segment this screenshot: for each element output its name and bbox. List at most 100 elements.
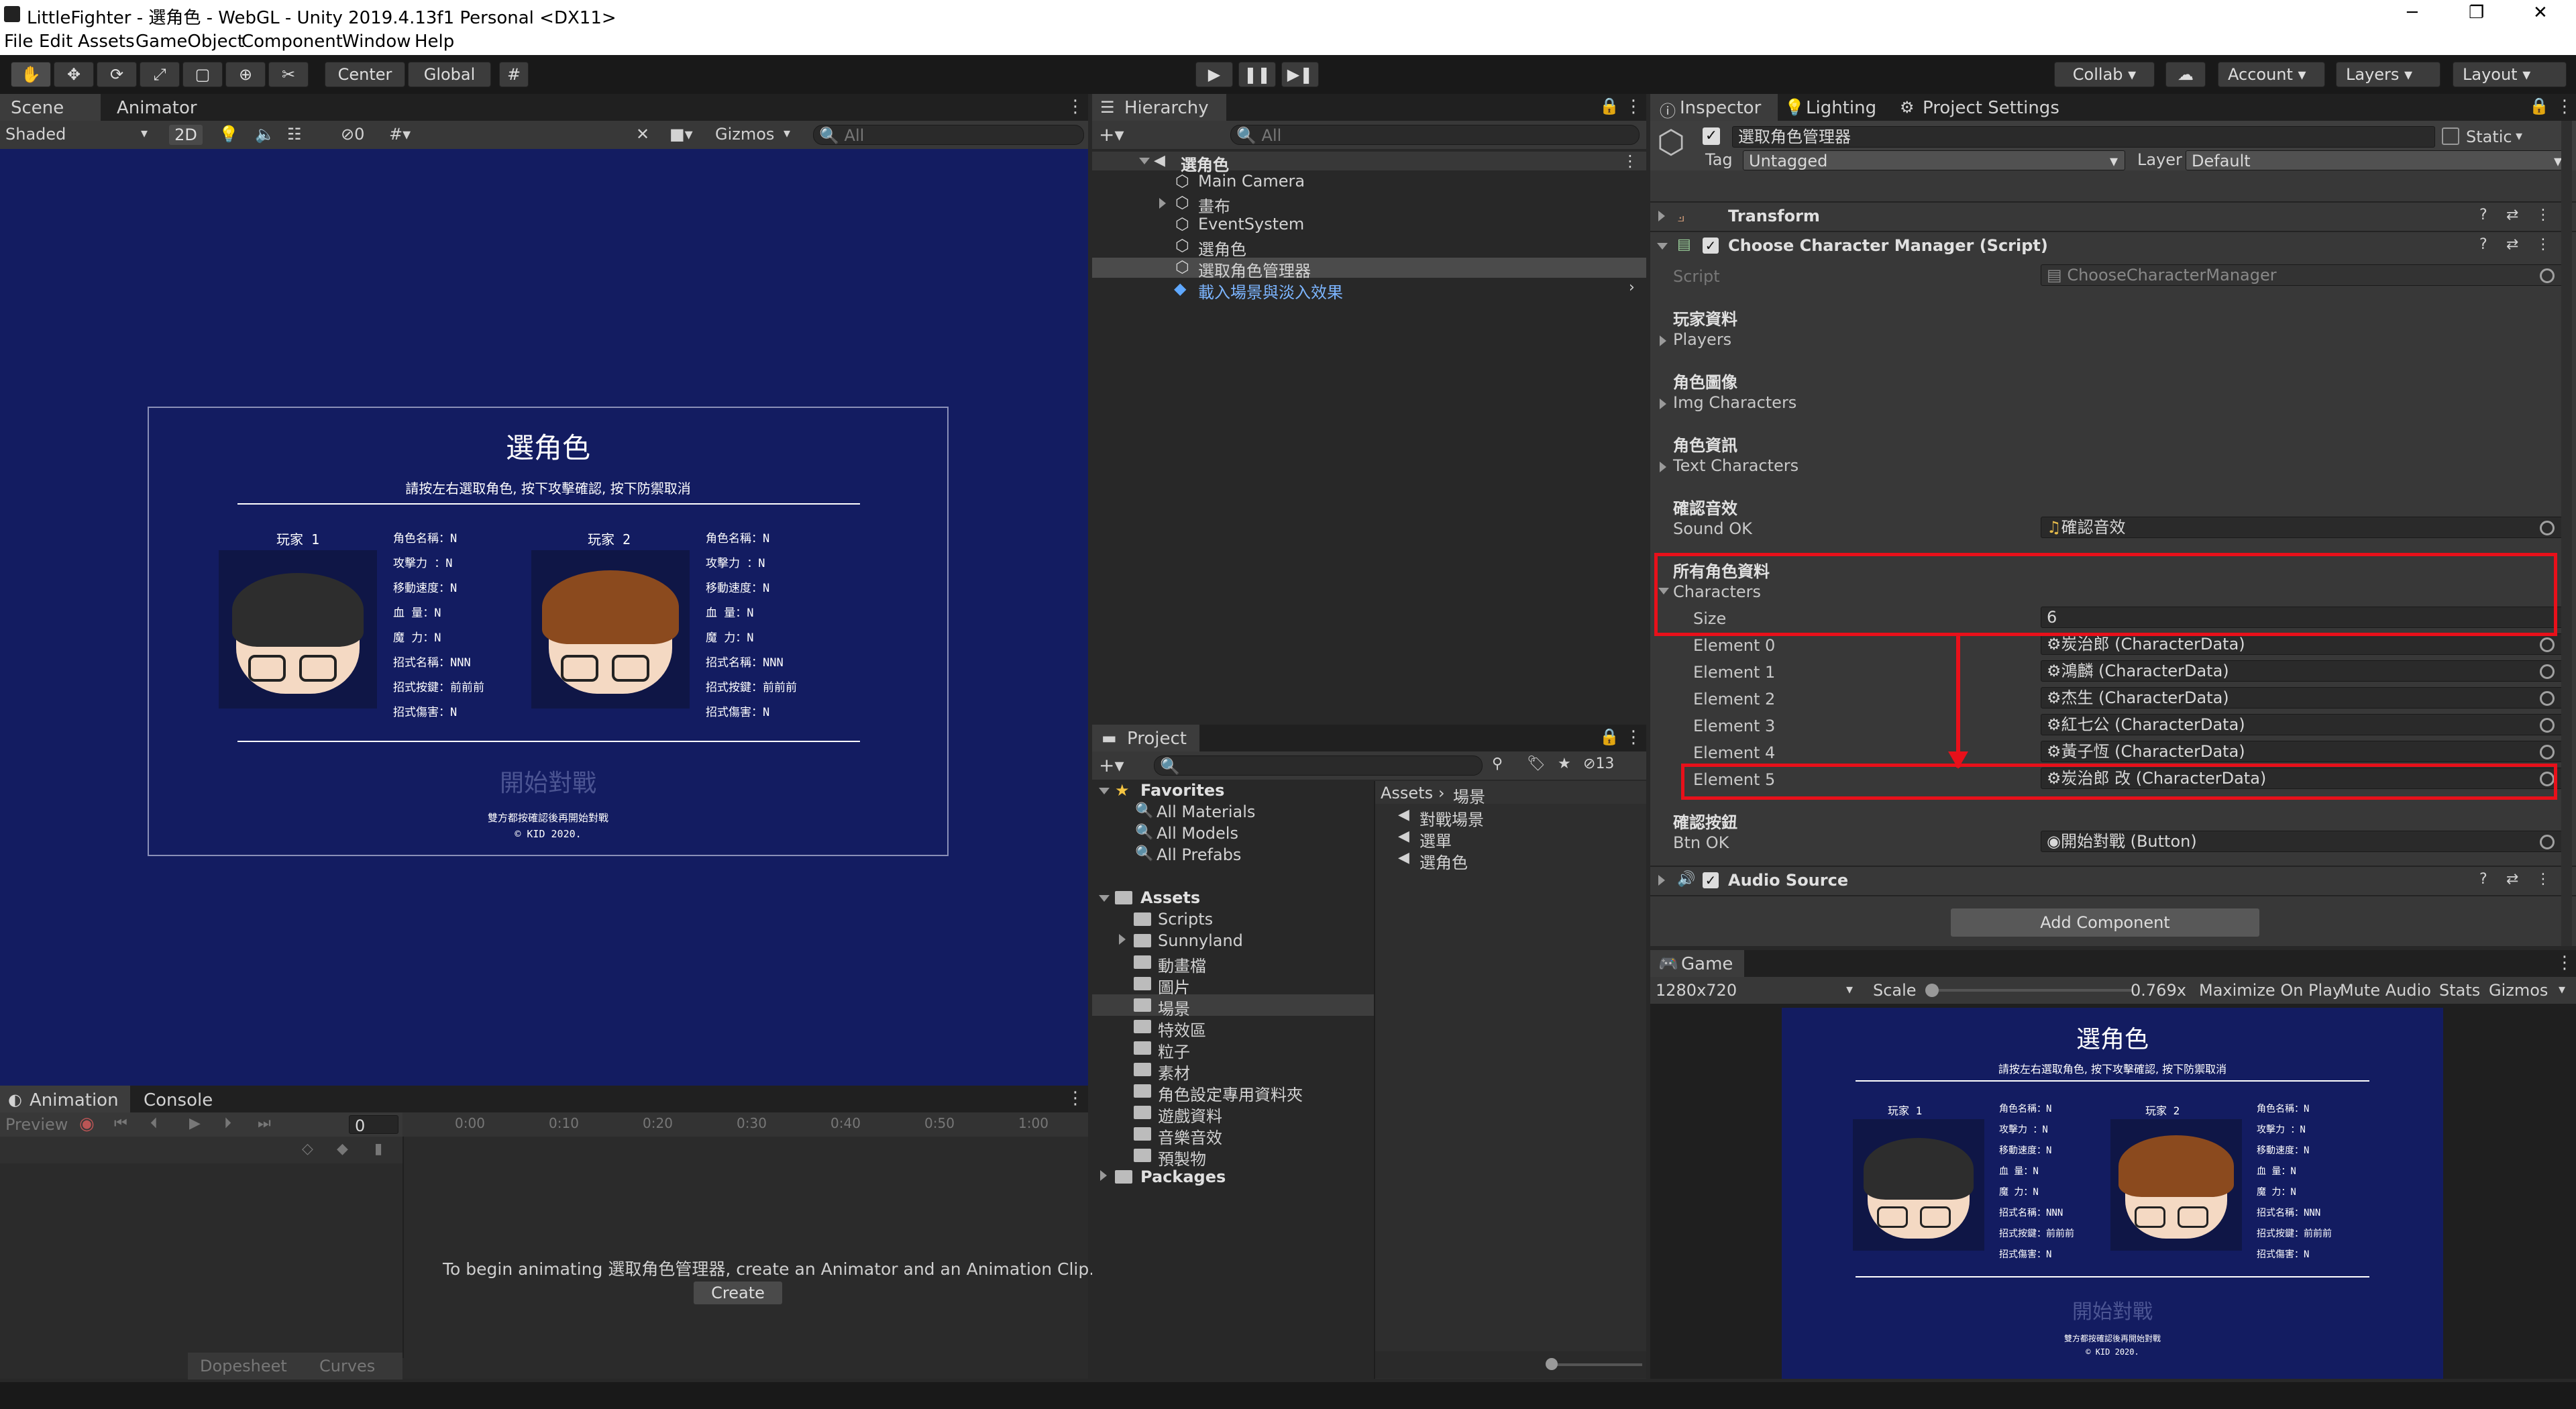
project-folder[interactable]: 預製物: [1158, 1146, 1206, 1169]
stats-toggle[interactable]: Stats: [2439, 981, 2480, 1000]
transform-header[interactable]: ⟓ Transform ? ⇄ ⋮: [1650, 203, 2576, 229]
scene-menu-icon[interactable]: ⋮: [1622, 152, 1638, 170]
active-checkbox[interactable]: ✓: [1703, 127, 1720, 145]
hierarchy-item[interactable]: ⬡ 畫布: [1092, 193, 1646, 216]
hierarchy-item[interactable]: ⬡ EventSystem: [1092, 215, 1646, 235]
add-event-icon[interactable]: ◇: [302, 1141, 313, 1157]
element-field[interactable]: ⚙杰生 (CharacterData): [2041, 687, 2565, 709]
menu-file[interactable]: File: [4, 32, 34, 52]
tab-project-settings[interactable]: Project Settings: [1923, 98, 2059, 118]
gizmos-toggle[interactable]: Gizmos: [2489, 981, 2548, 1000]
tag-dropdown[interactable]: Untagged ▾: [1743, 150, 2125, 170]
effects-icon[interactable]: ☷: [287, 125, 302, 144]
scale-tool-icon[interactable]: ⤢: [140, 62, 180, 87]
game-start-button[interactable]: 開始對戰: [1782, 1295, 2443, 1324]
component-menu-icon[interactable]: ⋮: [2536, 871, 2551, 888]
project-folder[interactable]: 遊戲資料: [1158, 1103, 1222, 1127]
breadcrumb-assets[interactable]: Assets: [1381, 784, 1433, 802]
gizmos-dropdown-icon[interactable]: ▾: [2559, 981, 2565, 997]
scene-root-row[interactable]: ◀ 選角色 ⋮: [1092, 152, 1646, 174]
timeline-ruler[interactable]: 0:00 0:10 0:20 0:30 0:40 0:50 1:00: [402, 1112, 1088, 1137]
players-foldout[interactable]: Players: [1673, 330, 1731, 349]
pause-button[interactable]: ❚❚: [1238, 62, 1276, 87]
toggle-2d-button[interactable]: 2D: [169, 125, 203, 145]
text-characters-foldout[interactable]: Text Characters: [1673, 456, 1799, 475]
zoom-slider-handle[interactable]: [1546, 1358, 1558, 1370]
object-picker-icon[interactable]: [2540, 521, 2555, 535]
next-key-icon[interactable]: ⏵: [224, 1115, 231, 1132]
dopesheet-button[interactable]: Dopesheet: [200, 1357, 287, 1375]
menu-component[interactable]: Component: [241, 32, 343, 52]
breadcrumb-scenes[interactable]: 場景: [1453, 784, 1485, 807]
component-enabled-checkbox[interactable]: ✓: [1703, 238, 1719, 254]
project-menu-icon[interactable]: ⋮: [1625, 727, 1642, 747]
prev-key-icon[interactable]: ⏴: [150, 1115, 158, 1132]
tab-project[interactable]: ▬ Project: [1092, 725, 1199, 751]
component-enabled-checkbox[interactable]: ✓: [1703, 872, 1719, 888]
hierarchy-item[interactable]: ⬡ Main Camera: [1092, 172, 1646, 192]
layers-dropdown[interactable]: Layers ▾: [2336, 62, 2440, 87]
tab-game[interactable]: 🎮 Game: [1650, 950, 1744, 977]
tab-scene[interactable]: Scene: [0, 94, 101, 121]
tab-console[interactable]: Console: [144, 1090, 213, 1110]
help-icon[interactable]: ?: [2479, 236, 2487, 253]
audio-source-header[interactable]: 🔊 ✓ Audio Source ? ⇄ ⋮: [1650, 867, 2576, 894]
transform-tool-icon[interactable]: ⊕: [225, 62, 266, 87]
help-icon[interactable]: ?: [2479, 207, 2487, 223]
add-component-button[interactable]: Add Component: [1951, 908, 2259, 937]
lighting-icon[interactable]: 💡: [219, 125, 239, 144]
minimize-button[interactable]: ─: [2407, 3, 2418, 23]
add-keyframe-icon[interactable]: ◆: [337, 1141, 348, 1157]
account-dropdown[interactable]: Account ▾: [2218, 62, 2325, 87]
pivot-center-button[interactable]: Center: [325, 62, 405, 87]
frame-input[interactable]: 0: [349, 1115, 398, 1134]
project-folder[interactable]: 粒子: [1158, 1039, 1190, 1062]
maximize-button[interactable]: ❐: [2469, 3, 2484, 23]
component-menu-icon[interactable]: ⋮: [2536, 236, 2551, 253]
filter-label-icon[interactable]: 🏷: [1527, 755, 1546, 772]
lock-icon[interactable]: 🔒: [1599, 727, 1619, 746]
scene-asset[interactable]: 選角色: [1419, 849, 1468, 873]
element-field[interactable]: ⚙鴻麟 (CharacterData): [2041, 660, 2565, 682]
cloud-icon[interactable]: ☁: [2165, 62, 2206, 87]
lock-icon[interactable]: 🔒: [1599, 97, 1619, 115]
project-search-input[interactable]: 🔍: [1154, 755, 1483, 776]
chevron-right-icon[interactable]: ›: [1629, 279, 1635, 296]
maximize-on-play-toggle[interactable]: Maximize On Play: [2199, 981, 2342, 1000]
hierarchy-item-prefab[interactable]: ◆ 載入場景與淡入效果 ›: [1092, 279, 1646, 302]
lock-icon[interactable]: 🔒: [2529, 97, 2549, 115]
element-field[interactable]: ⚙炭治郎 (CharacterData): [2041, 633, 2565, 655]
scene-asset[interactable]: 對戰場景: [1419, 806, 1484, 830]
project-folder[interactable]: 素材: [1158, 1060, 1190, 1084]
object-picker-icon[interactable]: [2540, 835, 2555, 849]
pivot-global-button[interactable]: Global: [408, 62, 491, 87]
packages-label[interactable]: Packages: [1140, 1167, 1226, 1186]
menu-help[interactable]: Help: [415, 32, 454, 52]
tools-icon[interactable]: ✕: [636, 125, 649, 144]
rect-tool-icon[interactable]: ▢: [182, 62, 223, 87]
menu-edit[interactable]: Edit: [39, 32, 72, 52]
create-button[interactable]: Create: [694, 1282, 782, 1304]
hierarchy-search-input[interactable]: 🔍 All: [1230, 125, 1640, 145]
hidden-packages-icon[interactable]: ⊘13: [1583, 755, 1614, 772]
object-name-input[interactable]: 選取角色管理器: [1732, 126, 2435, 148]
tab-inspector[interactable]: ⓘ Inspector: [1650, 94, 1778, 121]
menu-gameobject[interactable]: GameObject: [136, 32, 244, 52]
create-asset-button[interactable]: +▾: [1099, 754, 1124, 776]
project-folder[interactable]: 場景: [1158, 996, 1190, 1019]
object-picker-icon[interactable]: [2540, 718, 2555, 733]
hidden-objects-icon[interactable]: ⊘0: [341, 125, 364, 144]
project-folder[interactable]: Scripts: [1158, 910, 1213, 929]
scene-menu-icon[interactable]: ⋮: [1067, 97, 1084, 117]
preview-button[interactable]: Preview: [5, 1115, 68, 1134]
animation-menu-icon[interactable]: ⋮: [1067, 1088, 1084, 1108]
inspector-scrollbar[interactable]: [2561, 121, 2572, 946]
add-object-button[interactable]: +▾: [1099, 123, 1124, 146]
element-field[interactable]: ⚙黃子恆 (CharacterData): [2041, 741, 2565, 762]
scale-slider-handle[interactable]: [1925, 984, 1939, 997]
component-menu-icon[interactable]: ⋮: [2536, 207, 2551, 223]
layout-dropdown[interactable]: Layout ▾: [2453, 62, 2567, 87]
record-icon[interactable]: ◉: [79, 1114, 95, 1134]
img-characters-foldout[interactable]: Img Characters: [1673, 393, 1796, 412]
favorites-label[interactable]: Favorites: [1140, 781, 1224, 800]
